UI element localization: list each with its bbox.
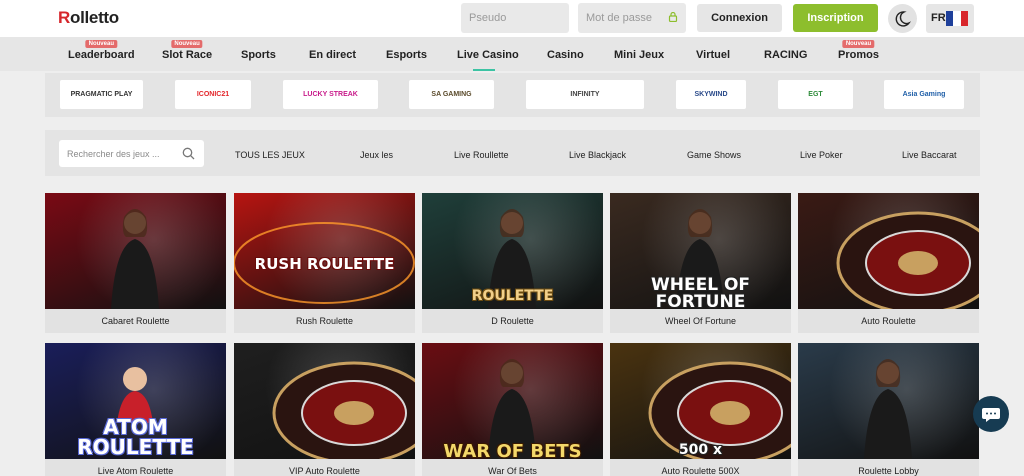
main-nav: Nouveau Leaderboard Nouveau Slot Race Sports…	[0, 37, 1024, 71]
game-art-title: WAR OF BETS	[443, 441, 582, 460]
login-button[interactable]: Connexion	[697, 4, 782, 32]
category-filter-live-blackjack[interactable]: Live Blackjack	[569, 150, 626, 160]
pseudo-placeholder: Pseudo	[469, 12, 507, 24]
moon-icon	[895, 11, 912, 27]
game-title[interactable]: Wheel Of Fortune	[610, 309, 791, 333]
game-title[interactable]: War Of Bets	[422, 459, 603, 476]
provider-logo-egt[interactable]: EGT	[778, 80, 853, 109]
game-thumbnail[interactable]	[45, 193, 226, 309]
nav-item-promos[interactable]: Nouveau Promos	[838, 40, 879, 61]
game-title[interactable]: Rush Roulette	[234, 309, 415, 333]
game-card[interactable]: ROULETTE D Roulette	[422, 193, 603, 333]
provider-logo-iconic21[interactable]: ICONIC21	[175, 80, 251, 109]
game-title[interactable]: Live Atom Roulette	[45, 459, 226, 476]
category-filter-jeux-les[interactable]: Jeux les	[360, 150, 393, 160]
logo-r: R	[58, 8, 70, 27]
new-badge: Nouveau	[85, 40, 117, 48]
provider-logo-pragmatic-play[interactable]: PRAGMATIC PLAY	[60, 80, 143, 109]
game-card[interactable]: 500 x Auto Roulette 500X	[610, 343, 791, 476]
provider-logo-sa-gaming[interactable]: SA GAMING	[409, 80, 494, 109]
game-thumbnail[interactable]: WHEEL OF FORTUNE	[610, 193, 791, 309]
search-icon	[182, 147, 195, 160]
nav-item-label: Promos	[838, 49, 879, 61]
chat-bubble-icon	[982, 408, 1000, 422]
game-thumbnail[interactable]: ATOM ROULETTE	[45, 343, 226, 459]
france-flag-icon	[946, 11, 968, 26]
game-art-title: WHEEL OF FORTUNE	[650, 275, 751, 310]
game-art-title: 500 x	[678, 442, 723, 458]
game-title[interactable]: Cabaret Roulette	[45, 309, 226, 333]
nav-item-sports[interactable]: Sports	[241, 49, 276, 61]
game-title[interactable]: VIP Auto Roulette	[234, 459, 415, 476]
top-header: Rolletto Pseudo Mot de passe Connexion I…	[0, 0, 1024, 37]
new-badge: Nouveau	[171, 40, 203, 48]
language-code: FR	[931, 12, 946, 24]
category-filter-tous-les-jeux[interactable]: TOUS LES JEUX	[235, 150, 305, 160]
password-placeholder: Mot de passe	[586, 12, 653, 24]
game-artwork	[836, 211, 979, 309]
game-thumbnail[interactable]: WAR OF BETS	[422, 343, 603, 459]
category-filter-live-roullette[interactable]: Live Roullette	[454, 150, 509, 160]
active-tab-indicator	[473, 69, 495, 71]
game-title[interactable]: Roulette Lobby	[798, 459, 979, 476]
language-selector[interactable]: FR	[926, 4, 974, 33]
provider-logo-skywind[interactable]: SKYWIND	[676, 80, 746, 109]
game-artwork	[234, 222, 415, 304]
game-art-title: RUSH ROULETTE	[254, 255, 395, 273]
game-thumbnail[interactable]	[234, 343, 415, 459]
nav-item-leaderboard[interactable]: Nouveau Leaderboard	[68, 40, 135, 61]
game-title[interactable]: Auto Roulette 500X	[610, 459, 791, 476]
game-card[interactable]: WAR OF BETS War Of Bets	[422, 343, 603, 476]
chat-button[interactable]	[973, 396, 1009, 432]
game-thumbnail[interactable]	[798, 343, 979, 459]
nav-item-esports[interactable]: Esports	[386, 49, 427, 61]
category-filter-live-poker[interactable]: Live Poker	[800, 150, 843, 160]
game-thumbnail[interactable]: RUSH ROULETTE	[234, 193, 415, 309]
provider-logo-infinity[interactable]: INFINITY	[526, 80, 644, 109]
game-card[interactable]: RUSH ROULETTE Rush Roulette	[234, 193, 415, 333]
provider-logo-lucky-streak[interactable]: LUCKY STREAK	[283, 80, 378, 109]
game-thumbnail[interactable]: 500 x	[610, 343, 791, 459]
pseudo-input[interactable]: Pseudo	[461, 3, 569, 33]
game-card[interactable]: ATOM ROULETTE Live Atom Roulette	[45, 343, 226, 476]
game-thumbnail[interactable]	[798, 193, 979, 309]
game-card[interactable]: VIP Auto Roulette	[234, 343, 415, 476]
game-thumbnail[interactable]: ROULETTE	[422, 193, 603, 309]
nav-item-racing[interactable]: RACING	[764, 49, 807, 61]
game-card[interactable]: Auto Roulette	[798, 193, 979, 333]
game-title[interactable]: Auto Roulette	[798, 309, 979, 333]
nav-item-live-casino[interactable]: Live Casino	[457, 49, 519, 61]
game-artwork	[111, 209, 159, 309]
nav-item-label: Slot Race	[162, 49, 213, 61]
game-search-input[interactable]: Rechercher des jeux ...	[59, 140, 204, 167]
provider-logo-asia-gaming[interactable]: Asia Gaming	[884, 80, 964, 109]
nav-item-virtuel[interactable]: Virtuel	[696, 49, 730, 61]
nav-item-slot-race[interactable]: Nouveau Slot Race	[162, 40, 213, 61]
logo[interactable]: Rolletto	[58, 8, 119, 28]
nav-item-en-direct[interactable]: En direct	[309, 49, 356, 61]
password-input[interactable]: Mot de passe	[578, 3, 686, 33]
new-badge: Nouveau	[842, 40, 875, 48]
game-artwork	[272, 361, 415, 459]
filter-bar: Rechercher des jeux ... TOUS LES JEUX Jeu…	[45, 130, 980, 176]
lock-icon	[668, 12, 678, 22]
signup-button[interactable]: Inscription	[793, 4, 878, 32]
category-filter-game-shows[interactable]: Game Shows	[687, 150, 741, 160]
game-card[interactable]: WHEEL OF FORTUNE Wheel Of Fortune	[610, 193, 791, 333]
game-card[interactable]: Cabaret Roulette	[45, 193, 226, 333]
search-placeholder: Rechercher des jeux ...	[67, 149, 160, 159]
game-card[interactable]: Roulette Lobby	[798, 343, 979, 476]
game-art-title: ATOM ROULETTE	[77, 415, 194, 459]
nav-item-casino[interactable]: Casino	[547, 49, 584, 61]
game-title[interactable]: D Roulette	[422, 309, 603, 333]
category-filter-live-baccarat[interactable]: Live Baccarat	[902, 150, 957, 160]
theme-toggle-button[interactable]	[888, 4, 917, 33]
game-art-title: ROULETTE	[471, 288, 554, 304]
game-artwork	[864, 359, 912, 459]
provider-bar: PRAGMATIC PLAY ICONIC21 LUCKY STREAK SA GAM…	[45, 73, 980, 117]
nav-item-label: Leaderboard	[68, 49, 135, 61]
logo-text: olletto	[69, 8, 119, 27]
nav-item-mini-jeux[interactable]: Mini Jeux	[614, 49, 664, 61]
